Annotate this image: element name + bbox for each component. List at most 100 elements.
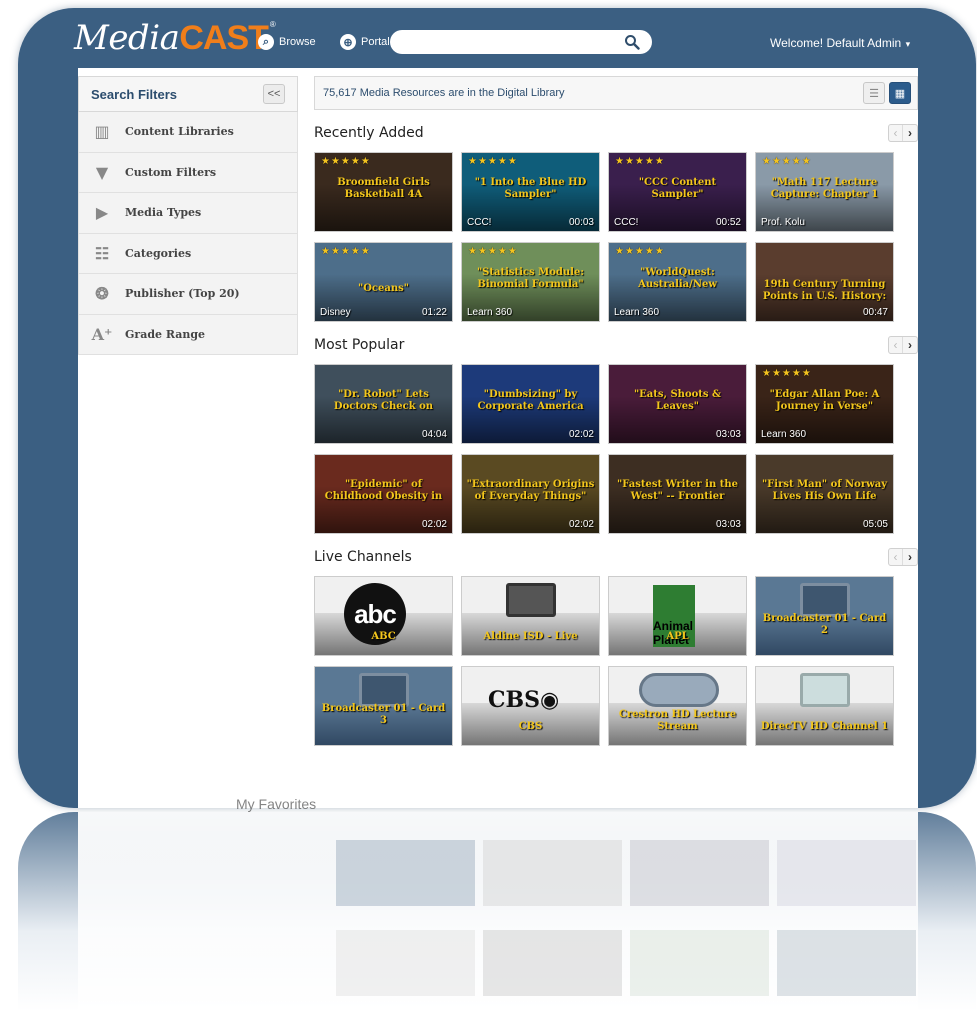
tile-publisher: Learn 360 bbox=[467, 307, 513, 318]
media-play-icon: ▶ bbox=[95, 203, 109, 223]
tile-duration: 00:03 bbox=[568, 217, 594, 228]
channel-title: DirecTV HD Channel 1 bbox=[760, 721, 889, 732]
collapse-sidebar-button[interactable]: << bbox=[263, 84, 285, 104]
tile-publisher: Disney bbox=[320, 307, 351, 318]
search-input[interactable] bbox=[390, 30, 652, 54]
tile-title: "Statistics Module: Binomial Formula" bbox=[476, 267, 585, 290]
chevron-left-icon[interactable]: ‹ bbox=[889, 125, 903, 141]
rating-stars: ★★★★★ bbox=[762, 156, 812, 167]
search-filters-sidebar: Search Filters << ▥ Content Libraries ▼ … bbox=[78, 76, 298, 355]
tile-publisher: Learn 360 bbox=[761, 429, 807, 440]
section-title: Live Channels bbox=[314, 549, 412, 565]
media-tile[interactable]: ★★★★★ "WorldQuest: Australia/New Learn 360 bbox=[608, 242, 747, 322]
channel-tile[interactable]: Crestron HD Lecture Stream bbox=[608, 666, 747, 746]
filter-categories[interactable]: ☷ Categories bbox=[78, 233, 298, 274]
media-tile[interactable]: "Dr. Robot" Lets Doctors Check on 04:04 bbox=[314, 364, 453, 444]
media-tile[interactable]: "Extraordinary Origins of Everyday Thing… bbox=[461, 454, 600, 534]
media-tile[interactable]: ★★★★★ "Oceans" Disney 01:22 bbox=[314, 242, 453, 322]
channel-title: CBS bbox=[518, 721, 543, 732]
channel-tile[interactable]: Broadcaster 01 - Card 2 bbox=[755, 576, 894, 656]
logo-cast-text: CAST bbox=[179, 19, 269, 57]
chevron-left-icon[interactable]: ‹ bbox=[889, 549, 903, 565]
reflection-tile bbox=[336, 930, 475, 996]
media-tile[interactable]: "Fastest Writer in the West" -- Frontier… bbox=[608, 454, 747, 534]
tile-publisher: Learn 360 bbox=[614, 307, 660, 318]
channel-tile[interactable]: abc ABC bbox=[314, 576, 453, 656]
section-most-popular: Most Popular ‹ › "Dr. Robot" Lets Doctors… bbox=[314, 332, 918, 534]
tile-title: "Oceans" bbox=[358, 283, 409, 294]
tile-title: Broomfield Girls Basketball 4A bbox=[337, 177, 430, 200]
mediacast-logo[interactable]: Media CAST ® bbox=[74, 18, 276, 58]
tile-duration: 00:47 bbox=[862, 307, 888, 318]
film-icon bbox=[800, 583, 850, 617]
app-frame: Media CAST ® ⌕ Browse ⊕ Portal Welcome! De… bbox=[18, 8, 976, 808]
tile-duration: 04:04 bbox=[421, 429, 447, 440]
chevron-right-icon[interactable]: › bbox=[903, 125, 917, 141]
media-tile[interactable]: ★★★★★ "Statistics Module: Binomial Formul… bbox=[461, 242, 600, 322]
camera-icon bbox=[506, 583, 556, 617]
funnel-icon: ▼ bbox=[95, 162, 109, 182]
reflection-tile bbox=[777, 840, 916, 906]
filter-media-types[interactable]: ▶ Media Types bbox=[78, 193, 298, 234]
content-area: Search Filters << ▥ Content Libraries ▼ … bbox=[78, 68, 918, 808]
tile-title: "Extraordinary Origins of Everyday Thing… bbox=[466, 479, 595, 502]
cbs-logo-icon: CBS◉ bbox=[488, 687, 560, 713]
channel-tile[interactable]: CBS◉ CBS bbox=[461, 666, 600, 746]
filter-content-libraries[interactable]: ▥ Content Libraries bbox=[78, 112, 298, 153]
grid-view-button[interactable]: ▦ bbox=[889, 82, 911, 104]
filter-custom-filters[interactable]: ▼ Custom Filters bbox=[78, 152, 298, 193]
chevron-right-icon[interactable]: › bbox=[903, 337, 917, 353]
media-tile[interactable]: "Eats, Shoots & Leaves" 03:03 bbox=[608, 364, 747, 444]
media-tile[interactable]: "Dumbsizing" by Corporate America 02:02 bbox=[461, 364, 600, 444]
library-info-bar: 75,617 Media Resources are in the Digita… bbox=[314, 76, 918, 110]
tile-title: "1 Into the Blue HD Sampler" bbox=[474, 177, 587, 200]
logo-trademark: ® bbox=[269, 20, 276, 29]
media-grid: ★★★★★ Broomfield Girls Basketball 4A ★★★★… bbox=[314, 152, 918, 322]
channel-tile[interactable]: Broadcaster 01 - Card 3 bbox=[314, 666, 453, 746]
media-tile[interactable]: ★★★★★ "CCC Content Sampler" CCC! 00:52 bbox=[608, 152, 747, 232]
media-tile[interactable]: ★★★★★ "1 Into the Blue HD Sampler" CCC! 00:… bbox=[461, 152, 600, 232]
reflection-area bbox=[78, 812, 918, 1011]
search-icon[interactable] bbox=[624, 34, 642, 50]
chevron-right-icon[interactable]: › bbox=[903, 549, 917, 565]
film-icon bbox=[359, 673, 409, 707]
list-view-button[interactable]: ☰ bbox=[863, 82, 885, 104]
rating-stars: ★★★★★ bbox=[615, 246, 665, 257]
chevron-left-icon[interactable]: ‹ bbox=[889, 337, 903, 353]
browse-link[interactable]: ⌕ Browse bbox=[258, 34, 316, 50]
filter-label: Media Types bbox=[125, 206, 202, 220]
rating-stars: ★★★★★ bbox=[615, 156, 665, 167]
user-menu[interactable]: Welcome! Default Admin ▾ bbox=[770, 36, 910, 50]
grade-icon: A⁺ bbox=[91, 324, 113, 344]
media-tile[interactable]: "Epidemic" of Childhood Obesity in 02:02 bbox=[314, 454, 453, 534]
browse-icon: ⌕ bbox=[258, 34, 274, 50]
tree-icon: ☷ bbox=[94, 243, 110, 263]
books-icon: ▥ bbox=[94, 122, 110, 142]
section-title: Most Popular bbox=[314, 337, 405, 353]
media-tile[interactable]: 19th Century Turning Points in U.S. Hist… bbox=[755, 242, 894, 322]
channel-title: Aldine ISD - Live bbox=[483, 631, 578, 642]
channel-tile[interactable]: Animal Planet APL bbox=[608, 576, 747, 656]
publisher-icon: ❂ bbox=[95, 284, 109, 304]
media-tile[interactable]: ★★★★★ "Math 117 Lecture Capture: Chapter … bbox=[755, 152, 894, 232]
carousel-nav: ‹ › bbox=[888, 336, 918, 354]
portal-link[interactable]: ⊕ Portal bbox=[340, 34, 390, 50]
tile-duration: 02:02 bbox=[568, 519, 594, 530]
globe-icon: ⊕ bbox=[340, 34, 356, 50]
channel-tile[interactable]: Aldine ISD - Live bbox=[461, 576, 600, 656]
tile-publisher: CCC! bbox=[614, 217, 639, 228]
sidebar-title: Search Filters bbox=[91, 86, 177, 102]
carousel-nav: ‹ › bbox=[888, 548, 918, 566]
media-tile[interactable]: ★★★★★ Broomfield Girls Basketball 4A bbox=[314, 152, 453, 232]
chevron-down-icon: ▾ bbox=[903, 39, 911, 49]
reflection-tile bbox=[777, 930, 916, 996]
channel-tile[interactable]: DirecTV HD Channel 1 bbox=[755, 666, 894, 746]
filter-label: Categories bbox=[125, 246, 192, 260]
media-tile[interactable]: "First Man" of Norway Lives His Own Life… bbox=[755, 454, 894, 534]
tile-duration: 03:03 bbox=[715, 429, 741, 440]
media-tile[interactable]: ★★★★★ "Edgar Allan Poe: A Journey in Vers… bbox=[755, 364, 894, 444]
filter-grade-range[interactable]: A⁺ Grade Range bbox=[78, 314, 298, 355]
filter-publisher[interactable]: ❂ Publisher (Top 20) bbox=[78, 274, 298, 315]
people-icon bbox=[639, 673, 719, 707]
tile-publisher: CCC! bbox=[467, 217, 492, 228]
